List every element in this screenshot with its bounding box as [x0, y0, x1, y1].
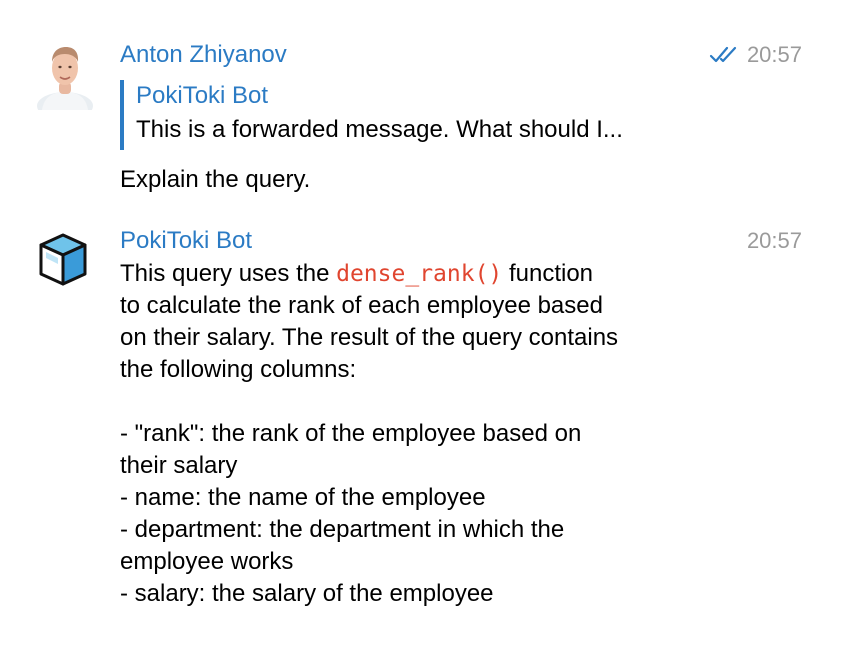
message-line: - name: the name of the employee — [120, 484, 486, 511]
message-line: their salary — [120, 452, 238, 479]
cube-icon — [39, 233, 87, 286]
sender-name[interactable]: Anton Zhiyanov — [120, 40, 287, 70]
double-check-icon — [709, 46, 737, 63]
paragraph-break — [120, 386, 760, 418]
intro-text: This query uses the — [120, 260, 330, 287]
message-line: the following columns: — [120, 356, 357, 383]
message-line: - department: the department in which th… — [120, 516, 565, 543]
intro-text: function — [508, 260, 594, 287]
message-text: Explain the query. — [120, 166, 311, 193]
sender-name[interactable]: PokiToki Bot — [120, 226, 252, 256]
message-time: 20:57 — [746, 42, 802, 67]
forwarded-message[interactable]: PokiToki Bot This is a forwarded message… — [120, 80, 623, 150]
forwarded-from[interactable]: PokiToki Bot — [136, 80, 623, 112]
message-line: employee works — [120, 548, 294, 575]
message-meta: 20:57 — [709, 40, 802, 70]
forwarded-text: This is a forwarded message. What should… — [136, 116, 623, 143]
user-avatar[interactable] — [36, 40, 94, 110]
message-line: on their salary. The result of the query… — [120, 324, 619, 351]
message-line: - "rank": the rank of the employee based… — [120, 420, 582, 447]
message-time: 20:57 — [746, 228, 802, 253]
message-meta: 20:57 — [747, 226, 802, 256]
message-line: This query uses the dense_rank() functio… — [120, 258, 760, 290]
bot-avatar[interactable] — [38, 232, 88, 288]
message-line: - salary: the salary of the employee — [120, 580, 494, 607]
message-line: to calculate the rank of each employee b… — [120, 292, 603, 319]
message-text: This query uses the dense_rank() functio… — [120, 258, 760, 610]
inline-code: dense_rank() — [336, 261, 503, 287]
person-avatar-icon — [37, 47, 93, 110]
